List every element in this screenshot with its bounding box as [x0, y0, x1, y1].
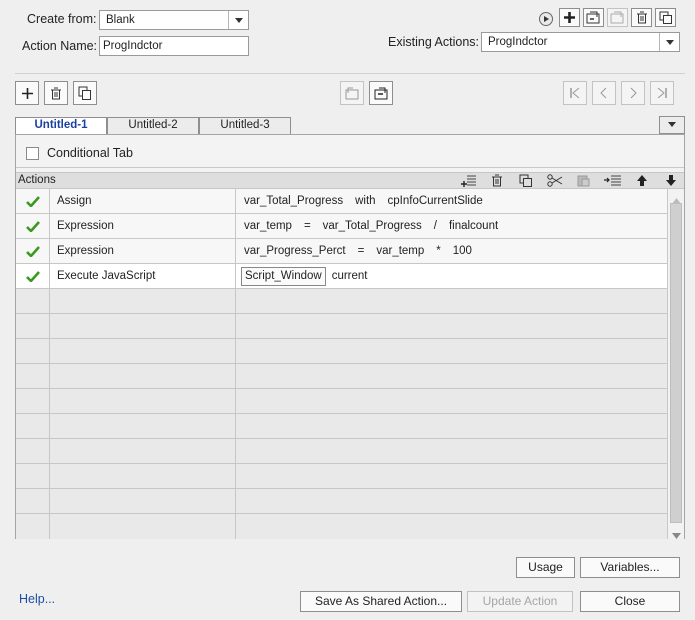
tab-untitled-3[interactable]: Untitled-3: [199, 117, 291, 134]
action-type-cell[interactable]: Execute JavaScript: [50, 264, 236, 288]
action-params-cell[interactable]: Script_Window current: [236, 264, 667, 288]
previous-tab-icon[interactable]: [592, 81, 616, 105]
action-params-cell[interactable]: var_temp = var_Total_Progress / finalcount: [236, 214, 667, 238]
table-row[interactable]: [16, 439, 667, 464]
table-row[interactable]: [16, 289, 667, 314]
create-from-dropdown[interactable]: Blank: [99, 10, 249, 30]
action-name-label: Action Name:: [22, 39, 98, 53]
next-tab-icon[interactable]: [621, 81, 645, 105]
add-tab-button[interactable]: [15, 81, 39, 105]
tab-untitled-1[interactable]: Untitled-1: [15, 117, 107, 134]
action-name-input[interactable]: ProgIndctor: [99, 36, 249, 56]
param-token: var_temp: [376, 245, 425, 257]
actions-grid: Assign var_Total_Progress with cpInfoCurre…: [16, 189, 684, 539]
move-tab-right-button[interactable]: [369, 81, 393, 105]
export-icon[interactable]: [607, 8, 628, 27]
param-token: with: [355, 195, 376, 207]
play-icon[interactable]: [536, 10, 556, 28]
scroll-thumb[interactable]: [670, 203, 682, 523]
param-token: *: [436, 245, 441, 257]
valid-check-icon: [16, 239, 50, 263]
table-row[interactable]: Execute JavaScript Script_Window current: [16, 264, 667, 289]
param-token: var_Progress_Perct: [244, 245, 346, 257]
chevron-down-icon: [668, 122, 676, 127]
conditional-tab-checkbox[interactable]: [26, 147, 39, 160]
action-type-cell[interactable]: Expression: [50, 239, 236, 263]
create-from-label: Create from:: [27, 12, 97, 26]
delete-action-icon[interactable]: [631, 8, 652, 27]
tab-list-dropdown[interactable]: [659, 116, 685, 134]
conditional-tab-label: Conditional Tab: [47, 146, 133, 160]
existing-actions-value: ProgIndctor: [488, 36, 548, 48]
existing-actions-dropdown[interactable]: ProgIndctor: [481, 32, 680, 52]
cut-icon[interactable]: [547, 174, 563, 190]
table-row[interactable]: Assign var_Total_Progress with cpInfoCurre…: [16, 189, 667, 214]
param-token: finalcount: [448, 220, 499, 232]
table-row[interactable]: [16, 339, 667, 364]
copy-row-icon[interactable]: [519, 174, 533, 190]
valid-check-icon: [16, 214, 50, 238]
import-icon[interactable]: [583, 8, 604, 27]
move-up-icon[interactable]: [636, 174, 648, 190]
table-row[interactable]: [16, 489, 667, 514]
table-row[interactable]: [16, 414, 667, 439]
action-params-cell[interactable]: var_Progress_Perct = var_temp * 100: [236, 239, 667, 263]
create-from-value: Blank: [106, 14, 135, 26]
param-token: cpInfoCurrentSlide: [387, 195, 483, 207]
table-row[interactable]: [16, 314, 667, 339]
chevron-down-icon: [228, 11, 248, 29]
variables-button[interactable]: Variables...: [580, 557, 680, 578]
delete-tab-button[interactable]: [44, 81, 68, 105]
help-link[interactable]: Help...: [19, 592, 55, 606]
usage-button[interactable]: Usage: [516, 557, 575, 578]
param-token: /: [433, 220, 437, 232]
vertical-scrollbar[interactable]: [667, 189, 684, 539]
duplicate-tab-button[interactable]: [73, 81, 97, 105]
param-token: =: [357, 245, 365, 257]
update-action-button[interactable]: Update Action: [467, 591, 573, 612]
existing-actions-label: Existing Actions:: [388, 35, 480, 49]
table-row[interactable]: [16, 364, 667, 389]
move-down-icon[interactable]: [665, 174, 677, 190]
tab-untitled-2[interactable]: Untitled-2: [107, 117, 199, 134]
param-token: var_Total_Progress: [322, 220, 422, 232]
move-tab-left-button[interactable]: [340, 81, 364, 105]
scroll-down-icon[interactable]: [672, 528, 681, 539]
add-action-icon[interactable]: [559, 8, 580, 27]
param-token: =: [303, 220, 311, 232]
actions-header: Actions: [16, 172, 684, 189]
chevron-down-icon: [659, 33, 679, 51]
table-row[interactable]: [16, 464, 667, 489]
first-tab-icon[interactable]: [563, 81, 587, 105]
divider: [16, 167, 684, 168]
duplicate-action-icon[interactable]: [655, 8, 676, 27]
valid-check-icon: [16, 264, 50, 288]
param-token: 100: [452, 245, 472, 257]
action-type-cell[interactable]: Expression: [50, 214, 236, 238]
last-tab-icon[interactable]: [650, 81, 674, 105]
param-token: var_Total_Progress: [244, 195, 344, 207]
actions-label: Actions: [18, 174, 56, 186]
action-params-cell[interactable]: var_Total_Progress with cpInfoCurrentSlide: [236, 189, 667, 213]
script-window-button[interactable]: Script_Window: [241, 267, 326, 286]
table-row[interactable]: Expression var_temp = var_Total_Progress / f…: [16, 214, 667, 239]
save-as-shared-action-button[interactable]: Save As Shared Action...: [300, 591, 462, 612]
param-token: var_temp: [244, 220, 292, 232]
param-token: current: [331, 270, 368, 282]
header-divider: [15, 73, 685, 74]
action-type-cell[interactable]: Assign: [50, 189, 236, 213]
paste-icon[interactable]: [576, 174, 590, 190]
delete-row-icon[interactable]: [491, 174, 503, 190]
action-tab-panel: Conditional Tab Actions Assign var_Total…: [15, 134, 685, 539]
table-row[interactable]: [16, 514, 667, 539]
table-row[interactable]: [16, 389, 667, 414]
valid-check-icon: [16, 189, 50, 213]
close-button[interactable]: Close: [580, 591, 680, 612]
table-row[interactable]: Expression var_Progress_Perct = var_temp * 1…: [16, 239, 667, 264]
